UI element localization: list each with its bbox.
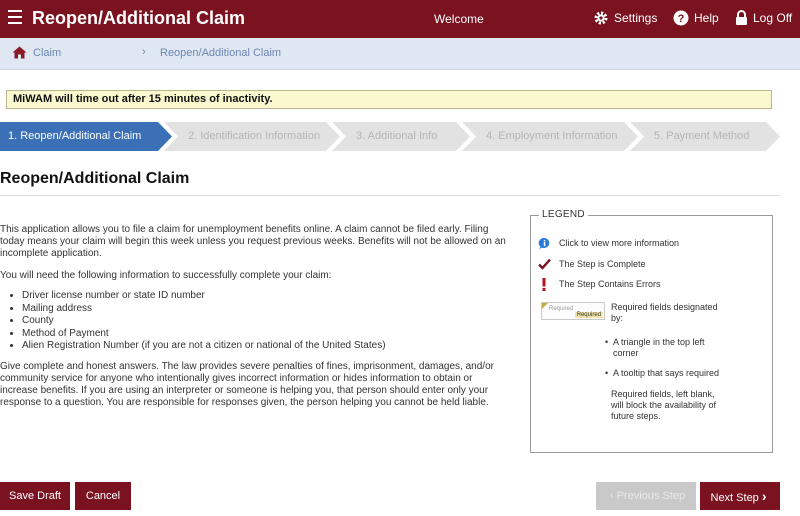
hamburger-menu-icon[interactable] [8, 10, 22, 26]
sample-required-tooltip: Required [574, 312, 603, 318]
legend-complete-row: The Step is Complete [537, 257, 646, 271]
step-payment-method[interactable]: 5. Payment Method [630, 122, 780, 151]
legend-blank-note: Required fields, left blank, will block … [611, 389, 717, 421]
list-item: County [22, 315, 510, 328]
sample-placeholder: Required [549, 306, 574, 312]
page-title: Reopen/Additional Claim [0, 170, 190, 187]
list-item: Mailing address [22, 303, 510, 316]
bullet-dot: • [605, 337, 609, 347]
required-triangle-icon [542, 303, 548, 309]
save-draft-button[interactable]: Save Draft [0, 482, 70, 510]
legend-bullet-triangle: A triangle in the top left corner [613, 337, 705, 358]
checkmark-icon [537, 257, 551, 271]
welcome-text: Welcome [434, 12, 484, 26]
cancel-button[interactable]: Cancel [75, 482, 131, 510]
exclamation-icon [537, 277, 551, 291]
legend-bullet-tooltip: A tooltip that says required [613, 368, 720, 378]
step-progress-bar: 1. Reopen/Additional Claim 2. Identifica… [0, 122, 800, 151]
legend-info-row: Click to view more information [537, 236, 679, 250]
legend-title: LEGEND [539, 209, 588, 220]
required-field-sample: Required Required [541, 302, 605, 320]
title-divider [0, 195, 780, 196]
intro-paragraph: This application allows you to file a cl… [0, 224, 506, 259]
main-content: This application allows you to file a cl… [0, 224, 510, 419]
need-info-paragraph: You will need the following information … [0, 270, 332, 281]
help-icon: ? [673, 10, 689, 26]
legend-required-desc: Required fields designated by: [611, 302, 718, 323]
help-button[interactable]: ? Help [673, 10, 719, 26]
step-reopen-additional-claim[interactable]: 1. Reopen/Additional Claim [0, 122, 172, 151]
next-step-button[interactable]: Next Step › [700, 482, 780, 510]
breadcrumb-current: Reopen/Additional Claim [160, 47, 282, 59]
warning-paragraph: Give complete and honest answers. The la… [0, 360, 494, 408]
bullet-dot: • [605, 368, 609, 378]
legend-errors-row: The Step Contains Errors [537, 277, 661, 291]
requirements-list: Driver license number or state ID number… [22, 290, 510, 353]
legend-info-text: Click to view more information [559, 238, 680, 248]
list-item: Alien Registration Number (if you are no… [22, 340, 510, 353]
gear-icon [594, 11, 608, 25]
step-additional-info[interactable]: 3. Additional Info [332, 122, 470, 151]
lock-icon [736, 10, 747, 25]
legend-errors-text: The Step Contains Errors [559, 279, 661, 289]
next-step-label: Next Step [710, 492, 759, 504]
help-label: Help [694, 11, 719, 25]
app-title: Reopen/Additional Claim [32, 8, 246, 28]
settings-button[interactable]: Settings [593, 10, 657, 26]
home-icon [12, 46, 27, 59]
breadcrumb: Claim › Reopen/Additional Claim [0, 38, 800, 70]
previous-step-button[interactable]: ‹ Previous Step [596, 482, 696, 510]
breadcrumb-separator: › [142, 46, 146, 58]
top-bar: Reopen/Additional Claim Welcome Settings… [0, 0, 800, 38]
legend-box: LEGEND Click to view more information Th… [530, 209, 773, 453]
info-bubble-icon [537, 236, 551, 250]
chevron-left-icon: ‹ [609, 490, 614, 502]
logoff-button[interactable]: Log Off [735, 10, 792, 26]
settings-label: Settings [614, 11, 658, 25]
legend-complete-text: The Step is Complete [559, 259, 646, 269]
list-item: Driver license number or state ID number [22, 290, 510, 303]
breadcrumb-home-link[interactable]: Claim [12, 46, 61, 59]
step-employment-information[interactable]: 4. Employment Information [462, 122, 638, 151]
previous-step-label: Previous Step [616, 490, 686, 502]
logoff-label: Log Off [753, 11, 793, 25]
breadcrumb-home-label: Claim [33, 46, 62, 59]
step-identification-information[interactable]: 2. Identification Information [164, 122, 340, 151]
list-item: Method of Payment [22, 328, 510, 341]
svg-text:?: ? [678, 13, 685, 25]
chevron-right-icon: › [761, 488, 767, 504]
timeout-notice: MiWAM will time out after 15 minutes of … [6, 90, 772, 109]
